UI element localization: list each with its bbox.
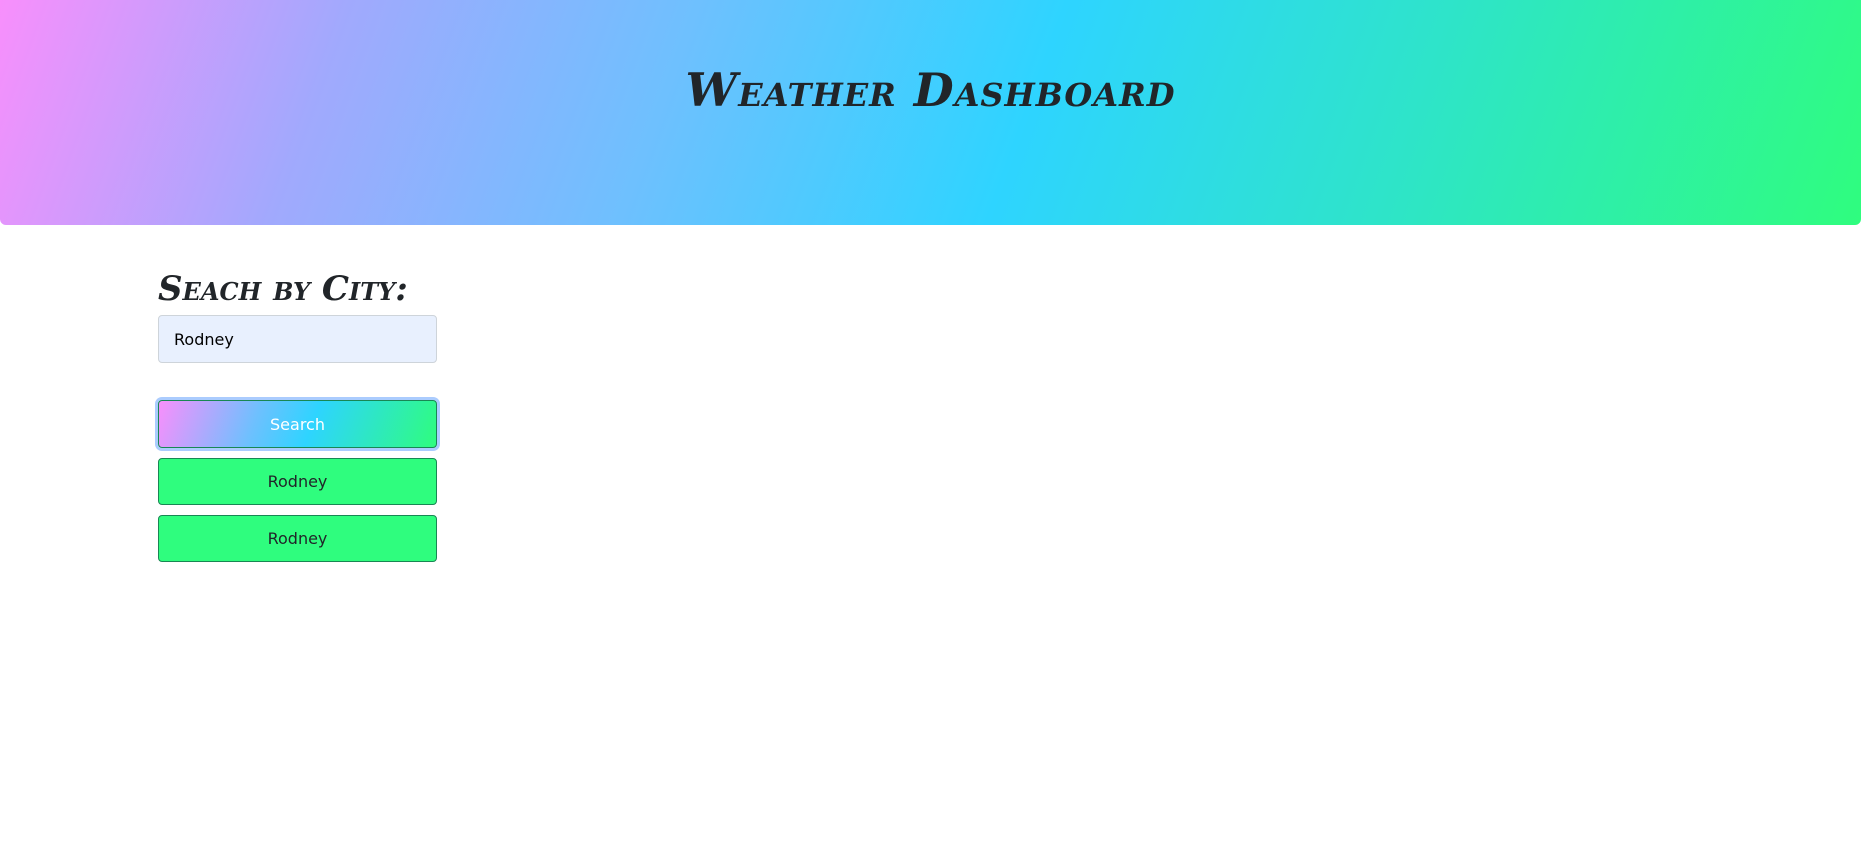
city-search-input[interactable] — [158, 315, 437, 363]
search-heading: Seach by City: — [158, 269, 408, 309]
search-button[interactable]: Search — [158, 400, 437, 448]
search-panel: Seach by City: Search Rodney Rodney — [158, 265, 438, 572]
page-title: Weather Dashboard — [685, 63, 1176, 118]
history-city-button[interactable]: Rodney — [158, 458, 437, 505]
page-header: Weather Dashboard — [0, 0, 1861, 225]
search-history-list: Rodney Rodney — [158, 458, 438, 562]
history-city-button[interactable]: Rodney — [158, 515, 437, 562]
